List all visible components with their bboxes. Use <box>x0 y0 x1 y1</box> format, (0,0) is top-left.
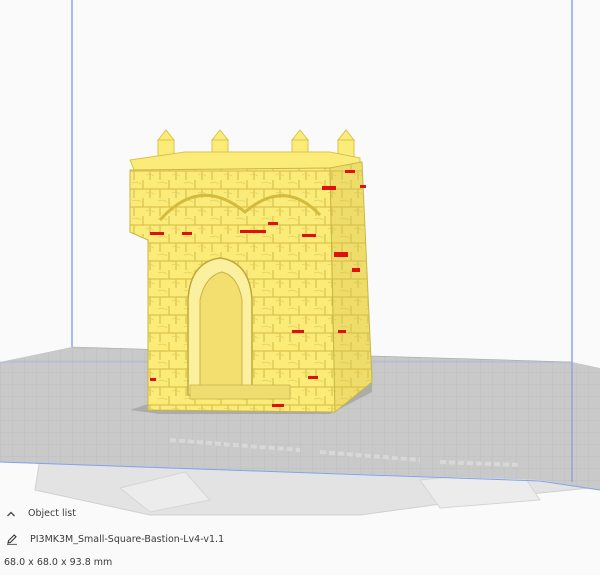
object-name-row[interactable]: PI3MK3M_Small-Square-Bastion-Lv4-v1.1 <box>6 533 224 545</box>
viewport-canvas <box>0 0 600 516</box>
object-dimensions: 68.0 x 68.0 x 93.8 mm <box>4 557 113 568</box>
3d-viewport[interactable] <box>0 0 600 571</box>
object-dimensions-row: 68.0 x 68.0 x 93.8 mm <box>4 557 112 568</box>
object-name: PI3MK3M_Small-Square-Bastion-Lv4-v1.1 <box>30 533 225 545</box>
chevron-up-icon[interactable] <box>6 509 16 519</box>
tower-model[interactable] <box>129 129 373 414</box>
object-list-title: Object list <box>28 508 76 519</box>
object-list-panel: Object list PI3MK3M_Small-Square-Bastion… <box>0 502 600 571</box>
pencil-icon[interactable] <box>6 533 18 545</box>
object-list-header[interactable]: Object list <box>6 508 76 519</box>
